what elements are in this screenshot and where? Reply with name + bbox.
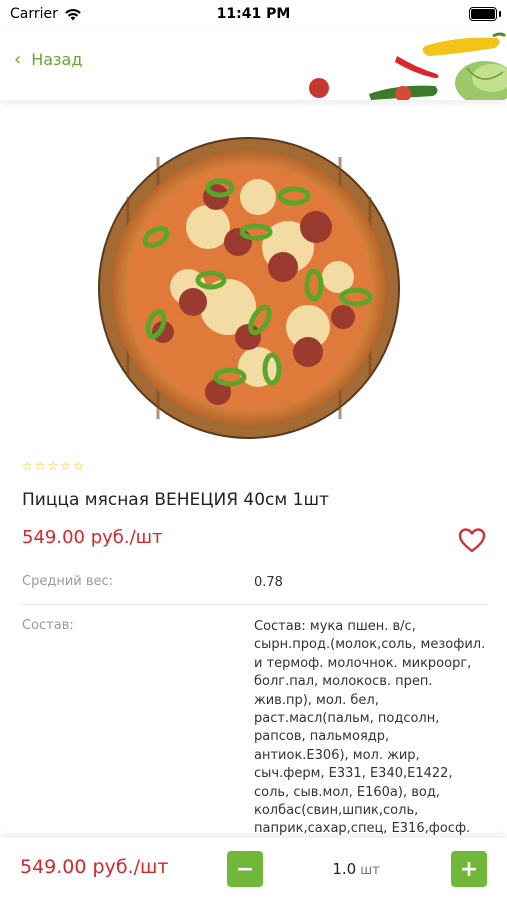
quantity-display: 1.0 шт [300,860,412,878]
product-image [98,137,400,439]
rating-stars: ☆ ☆ ☆ ☆ ☆ [22,460,84,472]
battery-icon [469,7,497,21]
composition-label: Состав: [22,618,74,633]
weight-value: 0.78 [254,575,283,590]
vegetables-decor-image [309,32,507,100]
star-icon: ☆ [60,459,72,473]
back-button[interactable]: ‹ Назад [14,50,82,69]
heart-icon[interactable] [457,526,487,554]
back-label: Назад [31,50,83,69]
product-price: 549.00 руб./шт [22,527,163,548]
bottom-cart-bar: 549.00 руб./шт − 1.0 шт + [0,838,507,900]
status-bar: Carrier 11:41 PM [0,0,507,28]
chevron-left-icon: ‹ [14,48,22,70]
divider [22,604,487,605]
weight-label: Средний вес: [22,574,114,589]
composition-value: Состав: мука пшен. в/с, сырн.прод.(молок… [254,619,486,837]
quantity-value: 1.0 [332,860,357,878]
product-title: Пицца мясная ВЕНЕЦИЯ 40см 1шт [22,490,329,510]
star-icon: ☆ [73,459,84,473]
bottom-price: 549.00 руб./шт [20,856,169,878]
star-icon: ☆ [34,459,46,473]
quantity-unit: шт [360,863,380,878]
status-time: 11:41 PM [216,6,291,22]
decrease-quantity-button[interactable]: − [227,851,263,887]
star-icon: ☆ [47,459,59,473]
plus-icon: + [459,856,479,882]
star-icon: ☆ [22,459,33,473]
nav-header: ‹ Назад [0,28,507,100]
minus-icon: − [235,856,255,882]
battery-tip [499,11,501,17]
increase-quantity-button[interactable]: + [451,851,487,887]
